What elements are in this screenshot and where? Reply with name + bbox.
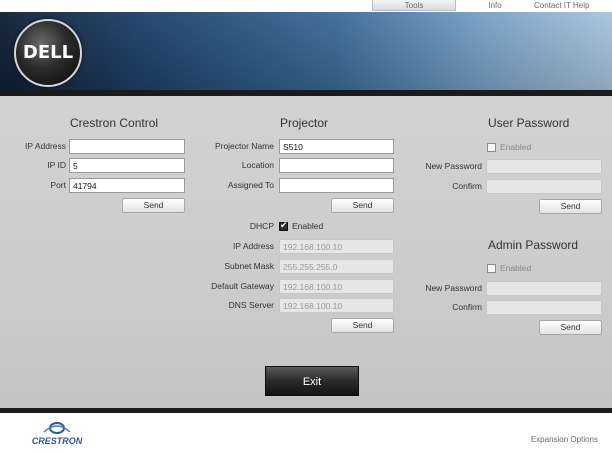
- user-password-enabled-checkbox[interactable]: [487, 143, 496, 152]
- admin-new-password-input[interactable]: [486, 281, 602, 296]
- dell-logo: DELL: [14, 19, 82, 87]
- projector-location-label: Location: [241, 160, 274, 170]
- projector-title: Projector: [280, 116, 329, 130]
- dns-server-label: DNS Server: [228, 300, 274, 310]
- user-password-send-button[interactable]: Send: [539, 199, 602, 214]
- crestron-ip-address-label: IP Address: [25, 141, 66, 151]
- crestron-control-title: Crestron Control: [70, 116, 159, 130]
- projector-assigned-to-label: Assigned To: [227, 180, 274, 190]
- projector-assigned-to-input[interactable]: [279, 178, 394, 193]
- dhcp-enabled-label: Enabled: [292, 221, 324, 231]
- admin-password-title: Admin Password: [488, 238, 579, 252]
- admin-new-password-label: New Password: [425, 283, 482, 293]
- default-gateway-label: Default Gateway: [211, 281, 274, 291]
- crestron-port-label: Port: [50, 180, 66, 190]
- crestron-logo-icon: CRESTRON: [32, 422, 83, 446]
- crestron-port-input[interactable]: [69, 178, 185, 193]
- projector-name-input[interactable]: [279, 139, 394, 154]
- user-new-password-label: New Password: [425, 161, 482, 171]
- dhcp-label: DHCP: [249, 221, 274, 231]
- projector-ip-address-label: IP Address: [233, 241, 274, 251]
- user-new-password-input[interactable]: [486, 159, 602, 174]
- dhcp-enabled-checkbox[interactable]: [279, 220, 288, 231]
- crestron-ip-id-input[interactable]: [69, 158, 185, 173]
- tab-info[interactable]: Info: [467, 0, 523, 11]
- network-send-button[interactable]: Send: [331, 318, 394, 333]
- admin-password-enabled-checkbox[interactable]: [487, 264, 496, 273]
- user-confirm-label: Confirm: [452, 181, 482, 191]
- user-password-title: User Password: [488, 116, 570, 130]
- admin-confirm-label: Confirm: [452, 302, 482, 312]
- admin-password-enabled-label: Enabled: [500, 263, 532, 273]
- tab-tools[interactable]: Tools: [372, 0, 456, 11]
- expansion-options-link[interactable]: Expansion Options: [531, 435, 598, 444]
- exit-button[interactable]: Exit: [265, 366, 359, 396]
- subnet-mask-input[interactable]: [279, 259, 394, 274]
- crestron-logo-text: CRESTRON: [32, 436, 83, 446]
- subnet-mask-label: Subnet Mask: [224, 261, 274, 271]
- admin-confirm-input[interactable]: [486, 300, 602, 315]
- top-navigation: Tools Info Contact IT Help: [0, 0, 612, 12]
- tab-contact-it-help[interactable]: Contact IT Help: [534, 0, 612, 11]
- default-gateway-input[interactable]: [279, 279, 394, 294]
- crestron-ip-address-input[interactable]: [69, 139, 185, 154]
- user-password-enabled-label: Enabled: [500, 142, 532, 152]
- header-banner: DELL: [0, 12, 612, 90]
- dns-server-input[interactable]: [279, 298, 394, 313]
- projector-name-label: Projector Name: [214, 141, 274, 151]
- footer: CRESTRON Expansion Options: [0, 413, 612, 453]
- projector-ip-address-input[interactable]: [279, 239, 394, 254]
- projector-send-button[interactable]: Send: [331, 198, 394, 213]
- header-shade: [0, 12, 612, 90]
- dell-logo-text: DELL: [22, 42, 74, 63]
- admin-password-send-button[interactable]: Send: [539, 320, 602, 335]
- crestron-send-button[interactable]: Send: [122, 198, 185, 213]
- crestron-ip-id-label: IP ID: [47, 160, 66, 170]
- user-confirm-input[interactable]: [486, 179, 602, 194]
- settings-panel: Crestron Control IP Address IP ID Port S…: [0, 96, 612, 408]
- projector-location-input[interactable]: [279, 158, 394, 173]
